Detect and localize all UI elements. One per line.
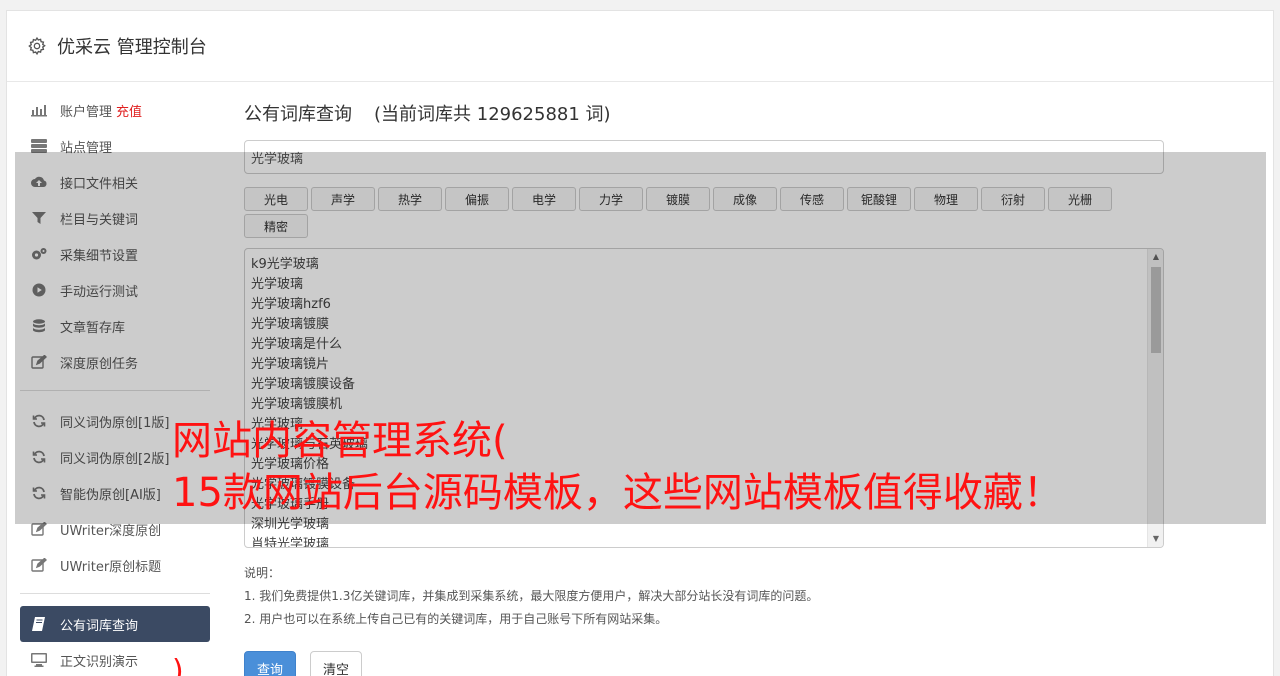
overlay-line-2: 15款网站后台源码模板，这些网站模板值得收藏！	[172, 470, 1063, 516]
sidebar-item-label: 正文识别演示	[60, 654, 139, 670]
section-title-text: 公有词库查询	[244, 104, 352, 125]
note-line: 1. 我们免费提供1.3亿关键词库，并集成到采集系统，最大限度方便用户，解决大部…	[244, 589, 819, 603]
overlay-caption: 网站内容管理系统( 15款网站后台源码模板，这些网站模板值得收藏！	[172, 415, 1063, 519]
query-button[interactable]: 查询	[244, 651, 297, 676]
note-line: 2. 用户也可以在系统上传自己已有的关键词库，用于自己账号下所有网站采集。	[244, 612, 668, 626]
sidebar-item-label: 公有词库查询	[60, 618, 139, 634]
header: 优采云 管理控制台	[7, 11, 1273, 82]
notes-title: 说明：	[244, 566, 281, 580]
edit-icon	[30, 522, 48, 536]
recharge-link[interactable]: 充值	[116, 101, 142, 120]
page-title: 优采云 管理控制台	[57, 37, 207, 58]
section-title: 公有词库查询 (当前词库共 129625881 词)	[244, 100, 1164, 128]
edit-icon	[30, 558, 48, 572]
notes: 说明： 1. 我们免费提供1.3亿关键词库，并集成到采集系统，最大限度方便用户，…	[244, 562, 1164, 631]
sidebar-item-public-lexicon[interactable]: 公有词库查询	[20, 606, 210, 642]
list-item[interactable]: 肖特光学玻璃	[251, 535, 1157, 547]
sidebar-item-account[interactable]: 账户管理 充值	[20, 92, 210, 128]
sidebar-divider	[20, 593, 210, 594]
server-icon	[30, 139, 48, 153]
sidebar-item-label: UWriter原创标题	[60, 559, 162, 575]
lexicon-count: (当前词库共 129625881 词)	[374, 104, 611, 125]
scroll-down-icon[interactable]: ▼	[1148, 531, 1163, 547]
action-buttons: 查询 清空	[244, 651, 1164, 676]
sidebar-item-label: 账户管理	[60, 104, 113, 120]
gear-icon	[28, 36, 46, 56]
monitor-icon	[30, 653, 48, 667]
bar-chart-icon	[30, 103, 48, 117]
book-icon	[30, 617, 48, 631]
overlay-mark: )	[172, 654, 184, 676]
clear-button[interactable]: 清空	[310, 651, 363, 676]
overlay-line-1: 网站内容管理系统(	[172, 418, 508, 464]
sidebar-item-uwriter-title[interactable]: UWriter原创标题	[20, 547, 210, 583]
